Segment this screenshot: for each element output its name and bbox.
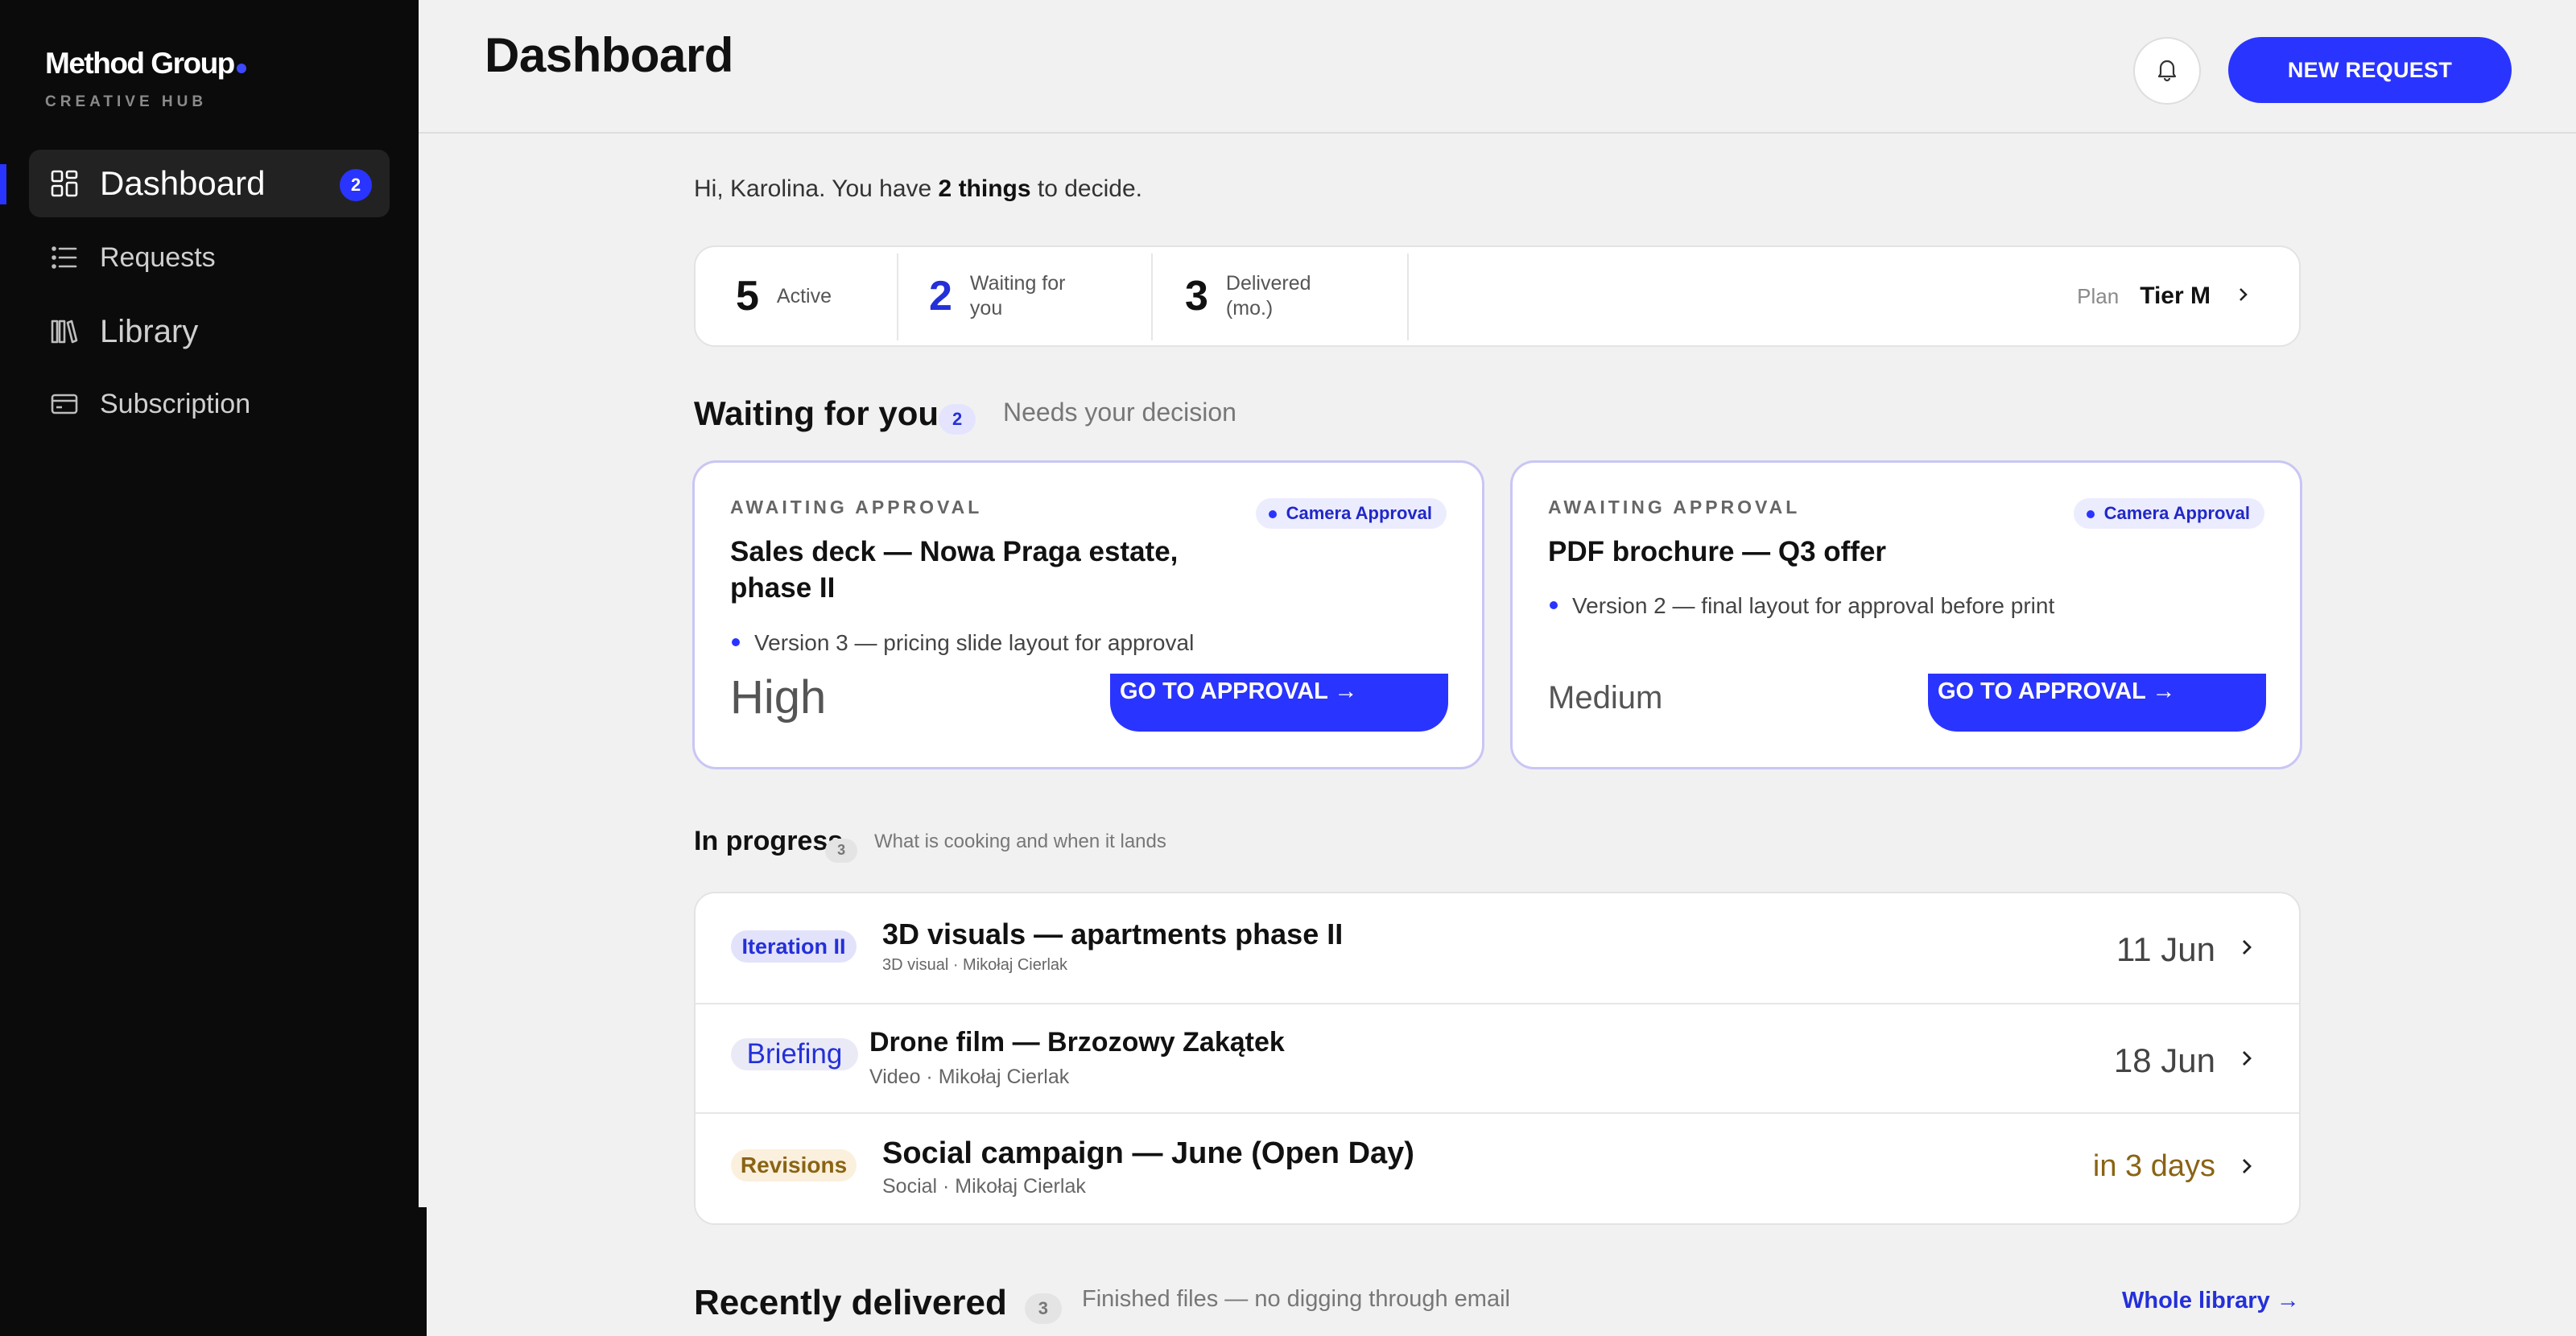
go-to-approval-button[interactable]: GO TO APPROVAL → <box>1928 674 2266 732</box>
sidebar-item-library[interactable]: Library <box>29 298 390 365</box>
stage-pill: Briefing <box>731 1038 858 1070</box>
sidebar-item-subscription[interactable]: Subscription <box>29 370 390 438</box>
approval-card[interactable]: AWAITING APPROVAL Camera Approval PDF br… <box>1510 460 2302 769</box>
waiting-count-badge: 2 <box>939 404 976 435</box>
sidebar-item-label: Subscription <box>100 388 251 419</box>
sidebar-item-dashboard[interactable]: Dashboard 2 <box>29 150 390 217</box>
dashboard-badge: 2 <box>340 169 372 201</box>
grid-icon <box>48 167 80 200</box>
brand-dot <box>236 64 246 73</box>
section-title-in-progress: In progress3 <box>694 826 858 863</box>
table-row[interactable]: Briefing Drone film — Brzozowy Zakątek V… <box>696 1003 2299 1114</box>
card-icon <box>48 388 80 420</box>
card-note: Version 2 — final layout for approval be… <box>1549 593 2055 618</box>
row-meta: Video · Mikołaj Cierlak <box>869 1066 1070 1088</box>
notifications-button[interactable] <box>2133 37 2201 105</box>
section-subtitle-in-progress: What is cooking and when it lands <box>874 831 1166 852</box>
row-date: 18 Jun <box>2113 1041 2215 1079</box>
in-progress-count-badge: 3 <box>825 838 858 863</box>
stats-bar: 5 Active 2 Waiting for you 3 Delivered (mo.… <box>694 245 2301 347</box>
plan-value: Tier M <box>2140 282 2211 309</box>
card-eyebrow: AWAITING APPROVAL <box>1548 497 1801 517</box>
card-priority: High <box>730 671 827 724</box>
row-date: 11 Jun <box>2116 930 2215 968</box>
stat-waiting[interactable]: 2 Waiting for you <box>929 247 1083 345</box>
chevron-right-icon <box>2235 287 2251 307</box>
section-subtitle-recently-delivered: Finished files — no digging through emai… <box>1082 1286 1510 1312</box>
section-title-waiting: Waiting for you 2 <box>694 394 976 435</box>
row-title: 3D visuals — apartments phase II <box>882 917 1344 950</box>
section-title-recently-delivered: Recently delivered 3 <box>694 1283 1062 1324</box>
sidebar-footer-block <box>0 1207 427 1336</box>
greeting: Hi, Karolina. You have 2 things to decid… <box>694 175 1142 202</box>
go-to-approval-button[interactable]: GO TO APPROVAL → <box>1110 674 1448 732</box>
sidebar-item-label: Library <box>100 313 199 349</box>
row-date: in 3 days <box>2092 1149 2215 1183</box>
table-row[interactable]: Revisions Social campaign — June (Open D… <box>696 1112 2299 1223</box>
card-tag: Camera Approval <box>1255 498 1447 529</box>
sidebar-item-label: Requests <box>100 241 216 273</box>
active-nav-indicator <box>0 164 6 204</box>
table-row[interactable]: Iteration II 3D visuals — apartments pha… <box>696 893 2299 1003</box>
brand-subtitle: CREATIVE HUB <box>45 93 208 110</box>
top-header: Dashboard NEW REQUEST <box>419 0 2576 134</box>
stage-pill: Revisions <box>731 1149 857 1181</box>
sidebar-item-requests[interactable]: Requests <box>29 224 390 291</box>
list-icon <box>48 241 80 274</box>
card-tag: Camera Approval <box>2073 498 2264 529</box>
plan-link[interactable]: Plan Tier M <box>2077 247 2251 345</box>
row-title: Social campaign — June (Open Day) <box>882 1136 1414 1170</box>
section-subtitle-waiting: Needs your decision <box>1003 398 1236 427</box>
chevron-right-icon <box>2235 1154 2259 1178</box>
chevron-right-icon <box>2235 935 2259 959</box>
card-note: Version 3 — pricing slide layout for app… <box>731 630 1195 655</box>
sidebar-item-label: Dashboard <box>100 164 266 202</box>
stat-delivered[interactable]: 3 Delivered (mo.) <box>1185 247 1331 345</box>
card-title: Sales deck — Nowa Praga estate, phase II <box>730 536 1179 604</box>
row-title: Drone film — Brzozowy Zakątek <box>869 1027 1285 1058</box>
chevron-right-icon <box>2235 1046 2259 1070</box>
recently-delivered-count-badge: 3 <box>1024 1293 1062 1324</box>
sidebar: Method Group CREATIVE HUB Dashboard 2 Re… <box>0 0 419 1336</box>
in-progress-list: Iteration II 3D visuals — apartments pha… <box>694 892 2301 1225</box>
row-meta: Social · Mikołaj Cierlak <box>882 1175 1086 1198</box>
bell-icon <box>2154 56 2180 86</box>
card-eyebrow: AWAITING APPROVAL <box>730 497 983 517</box>
stat-active[interactable]: 5 Active <box>736 247 832 345</box>
stage-pill: Iteration II <box>731 930 857 963</box>
card-priority: Medium <box>1548 680 1663 715</box>
row-meta: 3D visual · Mikołaj Cierlak <box>882 956 1068 974</box>
card-title: PDF brochure — Q3 offer <box>1548 536 1887 567</box>
plan-label: Plan <box>2077 283 2120 308</box>
books-icon <box>48 315 80 348</box>
approval-card[interactable]: AWAITING APPROVAL Camera Approval Sales … <box>692 460 1484 769</box>
whole-library-link[interactable]: Whole library → <box>2122 1288 2300 1314</box>
new-request-button[interactable]: NEW REQUEST <box>2228 37 2512 103</box>
brand-logo[interactable]: Method Group <box>45 47 246 80</box>
page-title: Dashboard <box>485 28 733 82</box>
